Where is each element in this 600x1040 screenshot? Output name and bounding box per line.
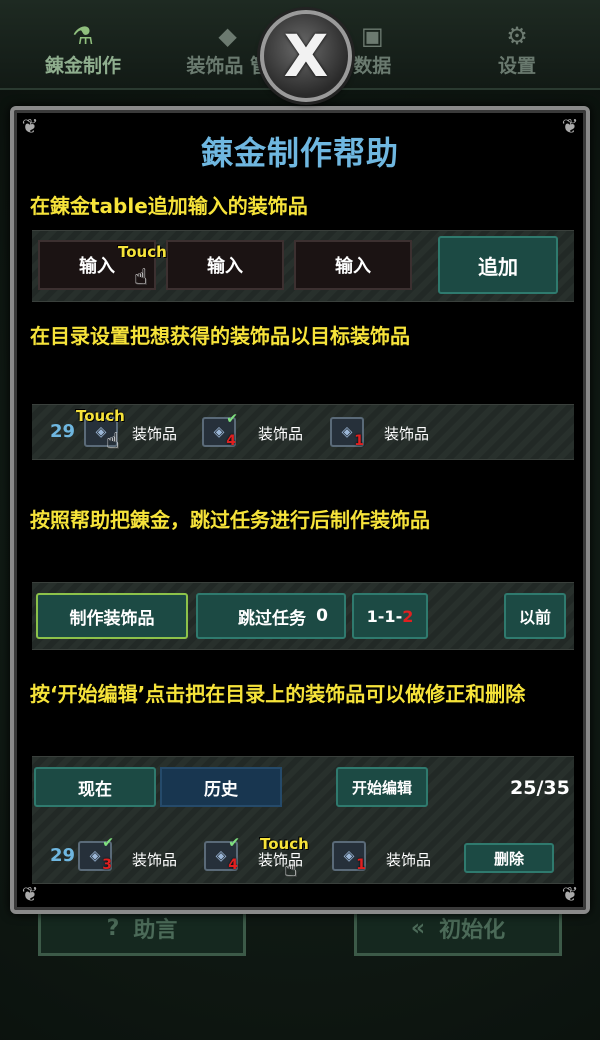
checkmark-icon: ✔: [226, 411, 238, 427]
help-dialog: ❦ ❦ 錬金制作帮助 在錬金table追加输入的装饰品 输入 输入 输入 追加 …: [10, 106, 590, 914]
reset-label: 初始化: [439, 918, 506, 943]
gear-icon: ⚙: [506, 22, 528, 50]
decoration-label: 装饰品: [386, 851, 432, 869]
pointing-hand-icon: ☝: [106, 429, 120, 454]
question-icon: ?: [106, 915, 120, 941]
start-edit-label: 开始编辑: [351, 778, 412, 797]
add-label: 追加: [478, 254, 518, 279]
step2-instruction: 在目录设置把想获得的装饰品以目标装饰品: [30, 324, 410, 348]
decoration-label: 装饰品: [132, 851, 178, 869]
history-tab-label: 历史: [204, 779, 238, 800]
advice-label: 助言: [133, 918, 178, 943]
step3-example: 制作装饰品 跳过任务 0 1-1- 2 以前: [32, 582, 574, 650]
target-qty: 29: [50, 845, 76, 866]
decoration-count: 1: [356, 857, 366, 873]
dialog-title: 錬金制作帮助: [200, 134, 399, 172]
make-label: 制作装饰品: [69, 608, 155, 629]
nav-label: 装饰品 管: [186, 55, 269, 77]
checkmark-icon: ✔: [102, 835, 114, 851]
decoration-count: 4: [228, 857, 238, 873]
corner-ornament-icon: ❦: [21, 882, 39, 906]
step4-example: 现在 历史 开始编辑 25/35 29 ◈ ✔ 3 装饰品 ◈ ✔ 4 装饰品 …: [32, 756, 574, 884]
close-icon: X: [283, 22, 329, 90]
skip-quest-button-example: 跳过任务 0: [196, 593, 346, 639]
previous-label: 以前: [518, 608, 551, 627]
step3-instruction: 按照帮助把錬金，跳过任务进行后制作装饰品: [30, 508, 430, 532]
make-decoration-button-example: 制作装饰品: [36, 593, 188, 639]
touch-hint: Touch: [260, 835, 309, 853]
corner-ornament-icon: ❦: [561, 882, 579, 906]
current-tab-example: 现在: [34, 767, 156, 807]
pointing-hand-icon: ☝: [284, 857, 298, 882]
step1-instruction: 在錬金table追加输入的装饰品: [30, 194, 308, 218]
book-icon: ▣: [360, 22, 384, 50]
stage-indicator: 1-1- 2: [352, 593, 428, 639]
touch-hint: Touch: [76, 407, 125, 425]
checkmark-icon: ✔: [228, 835, 240, 851]
stage-last: 2: [402, 606, 414, 626]
nav-item-alchemy[interactable]: ⚗ 錬金制作: [18, 21, 148, 78]
decoration-gem-icon: ◈ 1: [330, 417, 364, 449]
start-edit-button-example: 开始编辑: [336, 767, 428, 807]
close-button[interactable]: X: [260, 10, 352, 102]
decoration-gem-icon: ◈ ✔ 3: [78, 835, 114, 873]
decoration-gem-icon: ◈ ✔ 4: [202, 411, 238, 449]
target-qty: 29: [50, 421, 76, 442]
decoration-count: 1: [354, 433, 364, 449]
decoration-count: 3: [102, 857, 112, 873]
delete-button-example: 删除: [464, 843, 554, 873]
input-slot: 输入: [166, 240, 284, 290]
decoration-count: 4: [226, 433, 236, 449]
pointing-hand-icon: ☝: [134, 265, 148, 290]
add-button-example: 追加: [438, 236, 558, 294]
current-tab-label: 现在: [78, 779, 112, 800]
skip-count: 0: [316, 606, 328, 626]
gem-icon: ◆: [218, 22, 237, 50]
rewind-icon: «: [410, 915, 426, 941]
previous-button-example: 以前: [504, 593, 566, 639]
input-slot-label: 输入: [207, 256, 243, 277]
stage-prefix: 1-1-: [366, 606, 403, 626]
input-slot: 输入: [294, 240, 412, 290]
nav-label: 数据: [353, 55, 392, 77]
nav-label: 錬金制作: [44, 55, 121, 77]
step1-example: 输入 输入 输入 追加 Touch ☝: [32, 230, 574, 302]
touch-hint: Touch: [118, 243, 167, 261]
nav-label: 设置: [497, 55, 536, 77]
flask-icon: ⚗: [72, 22, 94, 50]
decoration-gem-icon: ◈ 1: [332, 841, 366, 873]
skip-label: 跳过任务: [238, 608, 306, 629]
delete-label: 删除: [493, 849, 524, 868]
nav-item-settings[interactable]: ⚙ 设置: [452, 21, 582, 78]
step2-example: 29 ◈ 装饰品 ◈ ✔ 4 装饰品 ◈ 1 装饰品 Touch ☝: [32, 404, 574, 460]
decoration-gem-icon: ◈ ✔ 4: [204, 835, 240, 873]
page-count: 25/35: [510, 777, 570, 799]
decoration-label: 装饰品: [384, 425, 430, 443]
decoration-label: 装饰品: [132, 425, 178, 443]
history-tab-example: 历史: [160, 767, 282, 807]
step4-instruction: 按‘开始编辑’点击把在目录上的装饰品可以做修正和删除: [30, 682, 526, 706]
decoration-label: 装饰品: [258, 425, 304, 443]
input-slot-label: 输入: [79, 256, 115, 277]
input-slot-label: 输入: [335, 256, 371, 277]
